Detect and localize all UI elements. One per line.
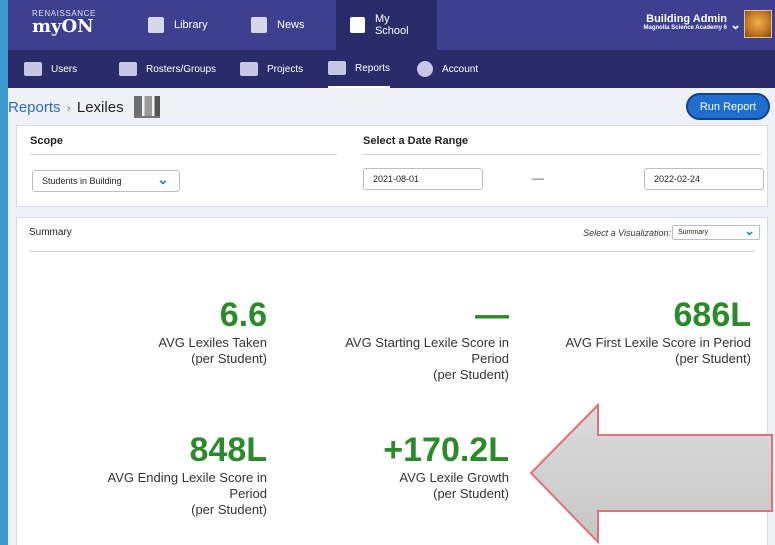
summary-divider [29, 251, 755, 252]
metric-value: — [475, 296, 509, 334]
summary-heading: Summary [29, 227, 72, 238]
metric-label: AVG Lexile Growth (per Student) [269, 470, 509, 502]
page-title: Lexiles [76, 98, 124, 116]
top-bar: RENAISSANCE myON Library News My School … [8, 0, 775, 50]
app-frame: RENAISSANCE myON Library News My School … [8, 0, 775, 545]
scope-divider [30, 154, 337, 155]
metric-value: 686L [673, 296, 752, 334]
metric-label-line: AVG Lexiles Taken [158, 335, 267, 350]
metric-label: AVG First Lexile Score in Period (per St… [511, 335, 751, 367]
tab-news[interactable]: News [251, 0, 305, 50]
visualization-label: Select a Visualization: [583, 228, 671, 238]
chevron-down-icon[interactable]: ⌄ [744, 223, 755, 239]
school-icon [350, 17, 365, 33]
subnav-label: Users [51, 63, 78, 75]
user-school: Magnolia Science Academy 6 [643, 25, 727, 31]
metric-label-line: AVG First Lexile Score in Period [565, 335, 751, 350]
metric-label-line: AVG Ending Lexile Score in [107, 470, 267, 485]
breadcrumb: Reports › Lexiles [8, 94, 160, 120]
run-report-button[interactable]: Run Report [686, 93, 770, 120]
end-date-value: 2022-02-24 [654, 174, 701, 184]
metric-avg-ending-lexile: 848L AVG Ending Lexile Score in Period (… [27, 431, 267, 518]
metric-label-line: (per Student) [191, 502, 267, 517]
metric-value: 6.6 [219, 296, 267, 334]
subnav-label: Reports [355, 62, 391, 74]
subnav-label: Account [442, 63, 479, 75]
metric-label: AVG Ending Lexile Score in Period (per S… [27, 470, 267, 518]
date-range-heading: Select a Date Range [363, 135, 469, 147]
sub-nav: Users Rosters/Groups Projects Reports Ac… [8, 50, 775, 88]
date-range-divider [363, 154, 761, 155]
user-name: Building Admin [646, 13, 727, 25]
breadcrumb-separator: › [66, 99, 71, 115]
metric-avg-lexile-growth: +170.2L AVG Lexile Growth (per Student) [269, 431, 509, 502]
user-menu[interactable]: Building Admin Magnolia Science Academy … [644, 13, 727, 31]
pointer-arrow-icon [529, 402, 773, 545]
metric-label-line: (per Student) [433, 486, 509, 501]
metric-label-line: (per Student) [433, 367, 509, 382]
date-range-separator: — [532, 171, 544, 185]
metric-label-line: Period [229, 486, 267, 501]
end-date-input[interactable]: 2022-02-24 [644, 168, 764, 190]
tab-label: My School [374, 13, 409, 37]
scope-select-value: Students in Building [42, 176, 122, 186]
tab-label: News [277, 19, 305, 31]
brand-small-text: RENAISSANCE [32, 9, 96, 18]
metric-label-line: (per Student) [191, 351, 267, 366]
news-icon [251, 17, 267, 33]
tab-library[interactable]: Library [148, 0, 208, 50]
start-date-value: 2021-08-01 [373, 174, 420, 184]
metric-avg-starting-lexile: — AVG Starting Lexile Score in Period (p… [269, 296, 509, 383]
avatar[interactable] [744, 10, 772, 38]
chevron-down-icon[interactable]: ⌄ [157, 171, 169, 188]
metric-label: AVG Lexiles Taken (per Student) [27, 335, 267, 367]
metric-value: +170.2L [383, 431, 509, 469]
metric-label-line: Period [471, 351, 509, 366]
breadcrumb-reports-link[interactable]: Reports [8, 99, 61, 116]
projects-icon [240, 62, 258, 76]
visualization-select-value: Summary [678, 229, 708, 236]
subnav-account[interactable]: Account [417, 50, 478, 88]
users-icon [24, 62, 42, 76]
brand-logo[interactable]: RENAISSANCE myON [32, 9, 96, 36]
metric-value: 848L [189, 431, 268, 469]
start-date-input[interactable]: 2021-08-01 [363, 168, 483, 190]
library-icon [148, 17, 164, 33]
reports-icon [328, 61, 346, 75]
brand-name: myON [32, 16, 94, 37]
metric-label: AVG Starting Lexile Score in Period (per… [269, 335, 509, 383]
subnav-projects[interactable]: Projects [240, 50, 303, 88]
rosters-icon [119, 62, 137, 76]
account-icon [417, 61, 433, 77]
scope-heading: Scope [30, 135, 64, 147]
subnav-label: Projects [267, 63, 304, 75]
metric-label-line: AVG Starting Lexile Score in [345, 335, 509, 350]
metric-avg-lexiles-taken: 6.6 AVG Lexiles Taken (per Student) [27, 296, 267, 367]
chevron-down-icon[interactable]: ⌄ [730, 17, 741, 33]
metric-avg-first-lexile: 686L AVG First Lexile Score in Period (p… [511, 296, 751, 367]
tab-my-school[interactable]: My School [336, 0, 437, 50]
subnav-users[interactable]: Users [24, 50, 77, 88]
books-icon [133, 96, 160, 118]
tab-label: Library [174, 19, 208, 31]
subnav-reports[interactable]: Reports [328, 50, 391, 88]
metric-label-line: AVG Lexile Growth [399, 470, 509, 485]
subnav-rosters-groups[interactable]: Rosters/Groups [119, 50, 216, 88]
filter-card: Scope Students in Building ⌄ Select a Da… [16, 125, 768, 207]
metric-label-line: (per Student) [675, 351, 751, 366]
subnav-label: Rosters/Groups [146, 63, 217, 75]
